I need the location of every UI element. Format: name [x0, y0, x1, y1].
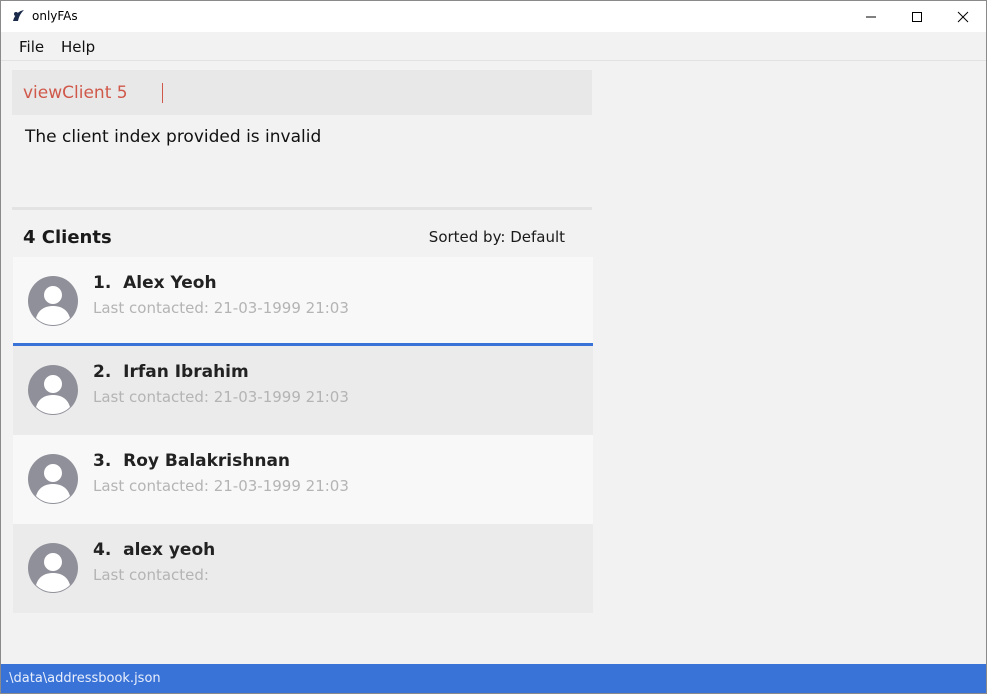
close-icon [957, 11, 969, 22]
text-caret [162, 82, 163, 103]
status-bar: .\data\addressbook.json [1, 664, 986, 693]
title-bar[interactable]: onlyFAs [1, 1, 986, 32]
client-last-contacted: Last contacted: 21-03-1999 21:03 [93, 477, 349, 495]
client-name: 3. Roy Balakrishnan [93, 451, 291, 471]
app-window: onlyFAs File Help The client index provi… [0, 0, 987, 694]
data-file-path: .\data\addressbook.json [5, 671, 161, 686]
user-avatar-icon [27, 542, 79, 594]
client-last-contacted: Last contacted: 21-03-1999 21:03 [93, 299, 349, 317]
command-input[interactable] [23, 82, 161, 103]
user-avatar-icon [27, 364, 79, 416]
client-card[interactable]: 3. Roy Balakrishnan Last contacted: 21-0… [13, 435, 593, 524]
window-title: onlyFAs [32, 9, 78, 23]
minimize-icon [866, 16, 876, 17]
client-last-contacted: Last contacted: [93, 566, 209, 584]
user-avatar-icon [27, 275, 79, 327]
minimize-button[interactable] [848, 1, 894, 32]
command-box[interactable] [12, 70, 592, 115]
client-name: 2. Irfan Ibrahim [93, 362, 249, 382]
sort-label: Sorted by: Default [428, 228, 565, 246]
user-avatar-icon [27, 453, 79, 505]
menu-bar: File Help [1, 32, 986, 61]
panel-divider[interactable] [12, 207, 592, 210]
client-count: 4 Clients [23, 227, 112, 248]
client-card[interactable]: 2. Irfan Ibrahim Last contacted: 21-03-1… [13, 346, 593, 435]
maximize-icon [912, 11, 922, 22]
app-logo-icon [10, 8, 26, 24]
client-name: 4. alex yeoh [93, 540, 216, 560]
menu-file[interactable]: File [19, 38, 44, 56]
menu-help[interactable]: Help [61, 38, 95, 56]
client-card[interactable]: 1. Alex Yeoh Last contacted: 21-03-1999 … [13, 257, 593, 346]
client-card[interactable]: 4. alex yeoh Last contacted: [13, 524, 593, 613]
client-last-contacted: Last contacted: 21-03-1999 21:03 [93, 388, 349, 406]
close-button[interactable] [940, 1, 986, 32]
client-name: 1. Alex Yeoh [93, 273, 217, 293]
client-list[interactable]: 1. Alex Yeoh Last contacted: 21-03-1999 … [13, 257, 593, 613]
result-message: The client index provided is invalid [25, 127, 322, 147]
maximize-button[interactable] [894, 1, 940, 32]
